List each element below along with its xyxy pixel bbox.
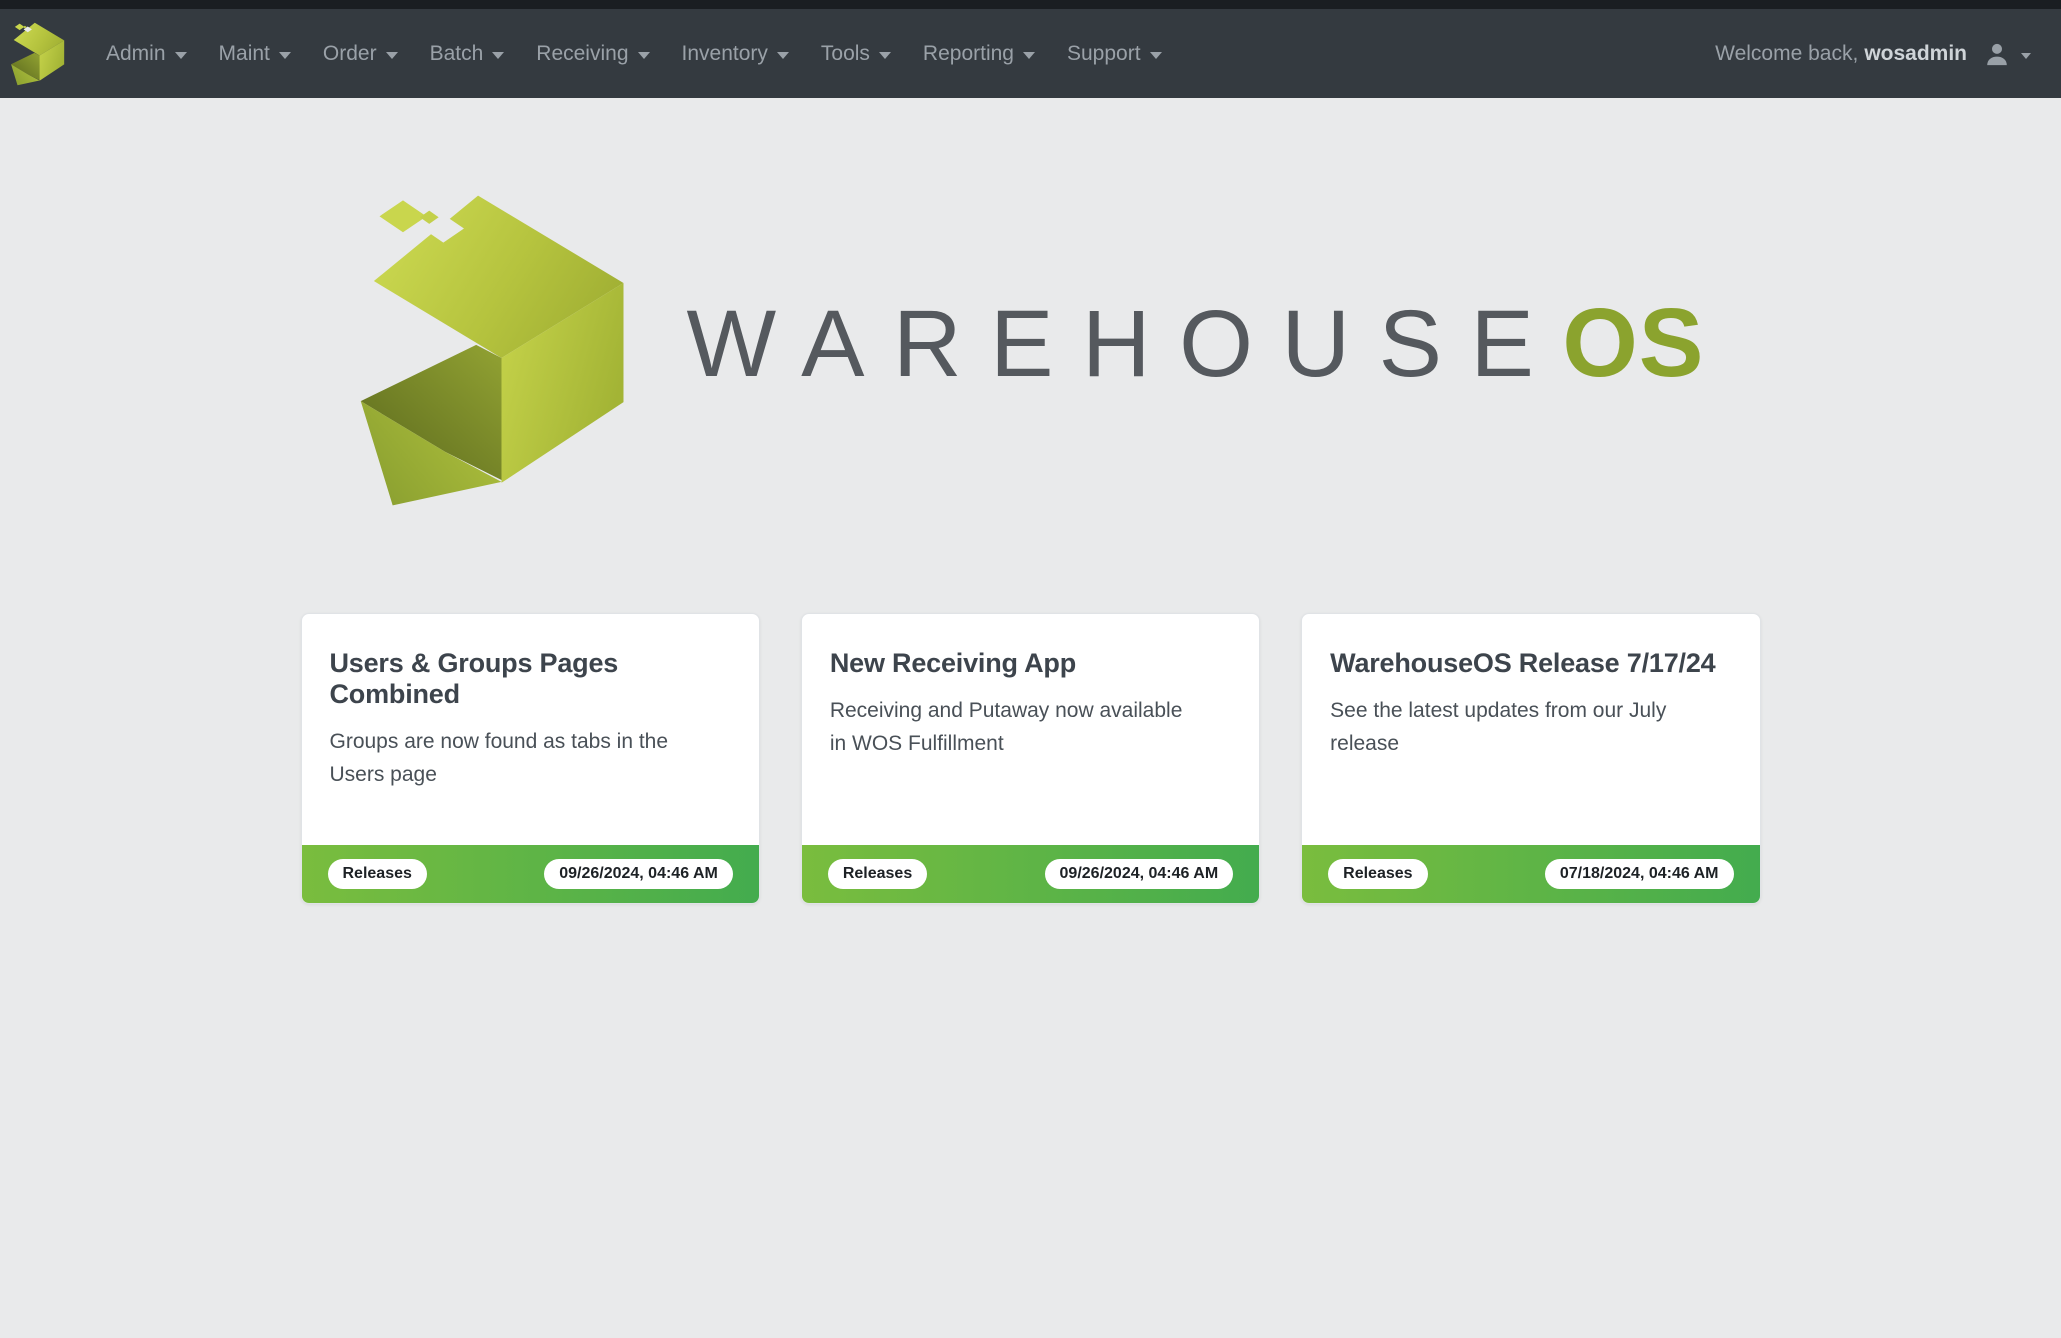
chevron-down-icon <box>1023 52 1035 59</box>
nav-menu-item-label: Maint <box>219 42 270 66</box>
chevron-down-icon <box>777 52 789 59</box>
nav-menu-item-label: Batch <box>430 42 484 66</box>
nav-menu-item[interactable]: Order <box>307 9 414 98</box>
nav-menu-item[interactable]: Admin <box>90 9 203 98</box>
date-badge: 07/18/2024, 04:46 AM <box>1545 859 1734 889</box>
navbar-home-logo[interactable] <box>10 21 66 87</box>
hero-brand: WAREHOUSEOS <box>0 184 2061 517</box>
news-cards: Users & Groups Pages Combined Groups are… <box>301 613 1761 904</box>
username: wosadmin <box>1864 42 1967 65</box>
nav-menu-item-label: Inventory <box>682 42 768 66</box>
chevron-down-icon <box>638 52 650 59</box>
card-title: WarehouseOS Release 7/17/24 <box>1330 648 1731 679</box>
chevron-down-icon <box>175 52 187 59</box>
nav-menu-item-label: Support <box>1067 42 1141 66</box>
nav-menu-item-label: Reporting <box>923 42 1014 66</box>
card-footer: Releases 09/26/2024, 04:46 AM <box>302 845 759 903</box>
news-card[interactable]: Users & Groups Pages Combined Groups are… <box>301 613 760 904</box>
nav-menu: Admin Maint Order Batch Receiving Invent… <box>90 9 1178 98</box>
chevron-down-icon <box>279 52 291 59</box>
news-card[interactable]: New Receiving App Receiving and Putaway … <box>801 613 1260 904</box>
nav-menu-item-label: Order <box>323 42 377 66</box>
card-title: Users & Groups Pages Combined <box>330 648 731 710</box>
chevron-down-icon <box>2021 53 2031 59</box>
welcome-prefix: Welcome back, <box>1715 42 1858 65</box>
brand-wordmark: WAREHOUSEOS <box>687 287 1705 399</box>
brand-wordmark-main: WAREHOUSE <box>687 290 1563 399</box>
card-description: See the latest updates from our July rel… <box>1330 695 1702 761</box>
chevron-down-icon <box>1150 52 1162 59</box>
card-description: Groups are now found as tabs in the User… <box>330 726 702 792</box>
brand-wordmark-accent: OS <box>1562 287 1704 399</box>
card-body: WarehouseOS Release 7/17/24 See the late… <box>1302 614 1759 845</box>
main-content: WAREHOUSEOS Users & Groups Pages Combine… <box>0 184 2061 904</box>
nav-menu-item[interactable]: Batch <box>414 9 521 98</box>
category-badge: Releases <box>828 859 927 889</box>
nav-menu-item[interactable]: Reporting <box>907 9 1051 98</box>
warehouseos-cube-icon <box>10 21 66 87</box>
card-title: New Receiving App <box>830 648 1231 679</box>
date-badge: 09/26/2024, 04:46 AM <box>544 859 733 889</box>
nav-menu-item[interactable]: Receiving <box>520 9 665 98</box>
category-badge: Releases <box>1328 859 1427 889</box>
navbar-right: Welcome back, wosadmin <box>1715 40 2031 68</box>
window-top-strip <box>0 0 2061 9</box>
card-body: New Receiving App Receiving and Putaway … <box>802 614 1259 845</box>
card-body: Users & Groups Pages Combined Groups are… <box>302 614 759 845</box>
nav-menu-item[interactable]: Tools <box>805 9 907 98</box>
date-badge: 09/26/2024, 04:46 AM <box>1045 859 1234 889</box>
card-footer: Releases 07/18/2024, 04:46 AM <box>1302 845 1759 903</box>
nav-menu-item-label: Tools <box>821 42 870 66</box>
navbar: Admin Maint Order Batch Receiving Invent… <box>0 9 2061 98</box>
chevron-down-icon <box>492 52 504 59</box>
category-badge: Releases <box>328 859 427 889</box>
nav-menu-item[interactable]: Maint <box>203 9 307 98</box>
nav-menu-item[interactable]: Inventory <box>666 9 805 98</box>
nav-menu-item[interactable]: Support <box>1051 9 1178 98</box>
welcome-text: Welcome back, wosadmin <box>1715 42 1967 66</box>
card-footer: Releases 09/26/2024, 04:46 AM <box>802 845 1259 903</box>
nav-menu-item-label: Receiving <box>536 42 628 66</box>
user-menu[interactable] <box>1983 40 2031 68</box>
chevron-down-icon <box>386 52 398 59</box>
nav-menu-item-label: Admin <box>106 42 166 66</box>
user-icon <box>1983 40 2011 68</box>
warehouseos-cube-logo-large <box>357 184 631 517</box>
news-card[interactable]: WarehouseOS Release 7/17/24 See the late… <box>1301 613 1760 904</box>
card-description: Receiving and Putaway now available in W… <box>830 695 1202 761</box>
chevron-down-icon <box>879 52 891 59</box>
